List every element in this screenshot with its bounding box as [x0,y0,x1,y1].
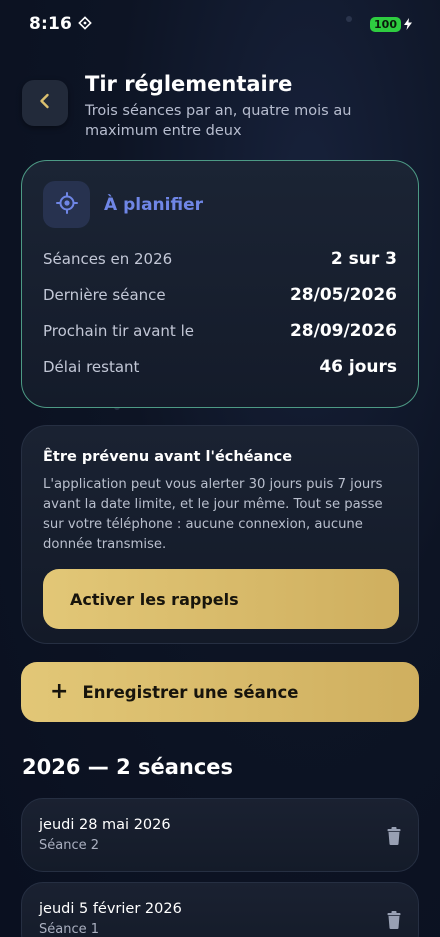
session-date: jeudi 5 février 2026 [39,901,182,917]
page-header: Tir réglementaire Trois séances par an, … [22,70,422,141]
chevron-left-icon [38,93,52,113]
year-heading: 2026 — 2 séances [22,755,234,779]
stat-value: 46 jours [319,357,397,377]
charging-bolt-icon [404,15,412,34]
stat-label: Dernière séance [43,286,166,304]
target-icon-box [43,181,90,228]
record-session-button[interactable]: + Enregistrer une séance [21,662,419,722]
reminder-title: Être prévenu avant l'échéance [43,449,293,465]
plus-icon: + [50,679,69,704]
status-bar: 8:16 100 [0,0,440,48]
session-name: Séance 2 [39,838,100,853]
battery-level: 100 [370,16,401,32]
activate-reminders-button[interactable]: Activer les rappels [43,569,399,629]
stat-row-last-session: Dernière séance 28/05/2026 [43,277,397,313]
status-header: À planifier [43,181,397,228]
stat-rows: Séances en 2026 2 sur 3 Dernière séance … [43,241,397,385]
status-bar-left: 8:16 [29,14,92,34]
target-icon [55,191,78,218]
page-subtitle: Trois séances par an, quatre mois au max… [85,103,352,139]
stat-label: Séances en 2026 [43,250,173,268]
reminder-description: L'application peut vous alerter 30 jours… [43,477,383,552]
back-button[interactable] [22,80,68,126]
stat-row-remaining-delay: Délai restant 46 jours [43,349,397,385]
stat-row-next-deadline: Prochain tir avant le 28/09/2026 [43,313,397,349]
session-item[interactable]: jeudi 28 mai 2026 Séance 2 [21,798,419,872]
header-text: Tir réglementaire Trois séances par an, … [85,70,421,141]
stat-value: 2 sur 3 [330,249,397,269]
stat-label: Délai restant [43,358,140,376]
status-bar-right: 100 [370,15,412,34]
stat-value: 28/05/2026 [289,285,397,305]
location-diamond-icon [78,15,92,34]
trash-icon[interactable] [387,911,401,937]
stat-row-sessions: Séances en 2026 2 sur 3 [43,241,397,277]
stat-label: Prochain tir avant le [43,322,194,340]
session-item[interactable]: jeudi 5 février 2026 Séance 1 [21,882,419,937]
record-session-label: Enregistrer une séance [82,682,299,702]
trash-icon[interactable] [387,827,401,871]
clock: 8:16 [29,14,73,34]
status-label: À planifier [104,194,203,215]
stat-value: 28/09/2026 [289,321,397,341]
session-name: Séance 1 [39,922,100,937]
page-title: Tir réglementaire [85,72,293,96]
session-info: jeudi 28 mai 2026 Séance 2 [39,815,171,871]
status-card: À planifier Séances en 2026 2 sur 3 Dern… [21,160,419,408]
session-date: jeudi 28 mai 2026 [39,817,171,833]
reminder-card: Être prévenu avant l'échéance L'applicat… [21,425,419,644]
session-info: jeudi 5 février 2026 Séance 1 [39,899,182,937]
